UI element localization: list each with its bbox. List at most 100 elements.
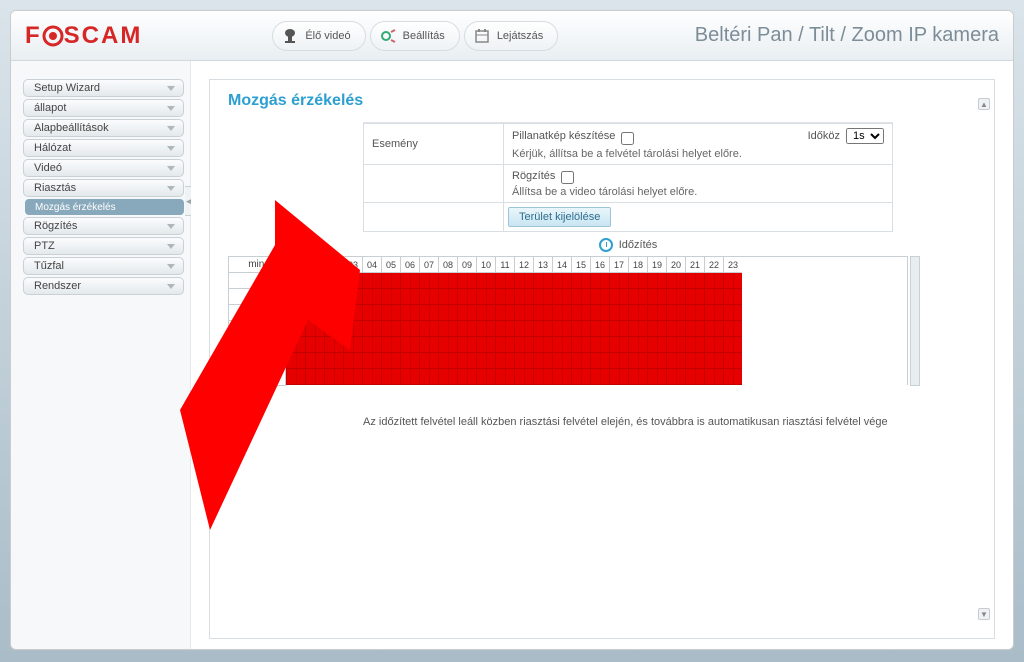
schedule-cell[interactable]	[685, 289, 704, 305]
schedule-cell[interactable]	[723, 273, 742, 289]
schedule-cell[interactable]	[362, 289, 381, 305]
schedule-hour-label[interactable]: 18	[628, 257, 647, 273]
schedule-cell[interactable]	[419, 305, 438, 321]
schedule-day-label[interactable]: szerda	[229, 305, 285, 321]
schedule-cell[interactable]	[438, 305, 457, 321]
schedule-cell[interactable]	[628, 273, 647, 289]
schedule-hour-label[interactable]: 17	[609, 257, 628, 273]
schedule-cell[interactable]	[666, 353, 685, 369]
schedule-cell[interactable]	[457, 321, 476, 337]
schedule-cell[interactable]	[324, 273, 343, 289]
schedule-cell[interactable]	[704, 289, 723, 305]
schedule-cell[interactable]	[609, 289, 628, 305]
schedule-cell[interactable]	[286, 273, 305, 289]
schedule-cell[interactable]	[552, 369, 571, 385]
schedule-cell[interactable]	[362, 353, 381, 369]
schedule-cell[interactable]	[457, 273, 476, 289]
schedule-cell[interactable]	[666, 369, 685, 385]
schedule-cell[interactable]	[533, 289, 552, 305]
schedule-cell[interactable]	[609, 353, 628, 369]
schedule-cell[interactable]	[381, 321, 400, 337]
schedule-cell[interactable]	[723, 337, 742, 353]
sidebar-item-basic-settings[interactable]: Alapbeállítások	[23, 119, 184, 137]
content-scrollbar[interactable]: ▲ ▼	[978, 98, 990, 620]
schedule-cell[interactable]	[590, 273, 609, 289]
schedule-cell[interactable]	[723, 321, 742, 337]
schedule-cell[interactable]	[381, 273, 400, 289]
schedule-cell[interactable]	[571, 353, 590, 369]
schedule-cell[interactable]	[400, 289, 419, 305]
schedule-row[interactable]	[286, 289, 908, 305]
schedule-cell[interactable]	[552, 321, 571, 337]
schedule-cell[interactable]	[628, 305, 647, 321]
schedule-hour-label[interactable]: 03	[343, 257, 362, 273]
schedule-cell[interactable]	[590, 353, 609, 369]
schedule-cell[interactable]	[476, 369, 495, 385]
schedule-cell[interactable]	[533, 369, 552, 385]
schedule-cell[interactable]	[362, 305, 381, 321]
schedule-cell[interactable]	[590, 305, 609, 321]
schedule-hour-label[interactable]: 07	[419, 257, 438, 273]
schedule-cell[interactable]	[609, 273, 628, 289]
schedule-cell[interactable]	[400, 305, 419, 321]
tab-playback[interactable]: Lejátszás	[464, 21, 558, 51]
schedule-cell[interactable]	[476, 289, 495, 305]
schedule-cell[interactable]	[704, 337, 723, 353]
schedule-cell[interactable]	[552, 289, 571, 305]
schedule-cell[interactable]	[647, 305, 666, 321]
schedule-cell[interactable]	[685, 305, 704, 321]
schedule-cell[interactable]	[514, 321, 533, 337]
schedule-cell[interactable]	[495, 289, 514, 305]
sidebar-item-setup-wizard[interactable]: Setup Wizard	[23, 79, 184, 97]
schedule-cell[interactable]	[533, 305, 552, 321]
schedule-cell[interactable]	[305, 321, 324, 337]
schedule-cell[interactable]	[628, 369, 647, 385]
schedule-cell[interactable]	[723, 369, 742, 385]
schedule-cell[interactable]	[381, 305, 400, 321]
schedule-cell[interactable]	[609, 305, 628, 321]
schedule-row[interactable]	[286, 369, 908, 385]
schedule-cell[interactable]	[533, 353, 552, 369]
sidebar-item-system[interactable]: Rendszer	[23, 277, 184, 295]
schedule-cell[interactable]	[571, 321, 590, 337]
schedule-cell[interactable]	[590, 289, 609, 305]
schedule-cell[interactable]	[343, 321, 362, 337]
schedule-cell[interactable]	[552, 273, 571, 289]
sidebar-item-video[interactable]: Videó	[23, 159, 184, 177]
schedule-day-label[interactable]: péntek	[229, 337, 285, 353]
schedule-cell[interactable]	[685, 369, 704, 385]
schedule-cell[interactable]	[495, 337, 514, 353]
schedule-hour-label[interactable]: 00	[286, 257, 305, 273]
schedule-cell[interactable]	[419, 337, 438, 353]
schedule-cell[interactable]	[704, 321, 723, 337]
schedule-cell[interactable]	[381, 353, 400, 369]
schedule-hour-label[interactable]: 08	[438, 257, 457, 273]
schedule-cell[interactable]	[457, 289, 476, 305]
schedule-cell[interactable]	[324, 369, 343, 385]
schedule-cell[interactable]	[514, 337, 533, 353]
schedule-hour-label[interactable]: 14	[552, 257, 571, 273]
schedule-cell[interactable]	[628, 289, 647, 305]
schedule-cell[interactable]	[476, 337, 495, 353]
schedule-hour-label[interactable]: 15	[571, 257, 590, 273]
schedule-cell[interactable]	[590, 369, 609, 385]
schedule-hour-label[interactable]: 19	[647, 257, 666, 273]
schedule-day-label[interactable]: kedd	[229, 289, 285, 305]
schedule-hour-label[interactable]: 06	[400, 257, 419, 273]
scroll-down-icon[interactable]: ▼	[978, 608, 990, 620]
schedule-cell[interactable]	[286, 353, 305, 369]
schedule-row[interactable]	[286, 321, 908, 337]
schedule-cell[interactable]	[286, 305, 305, 321]
schedule-cell[interactable]	[343, 289, 362, 305]
schedule-cell[interactable]	[571, 289, 590, 305]
schedule-cell[interactable]	[457, 369, 476, 385]
schedule-cell[interactable]	[305, 289, 324, 305]
sidebar-item-ptz[interactable]: PTZ	[23, 237, 184, 255]
tab-live-video[interactable]: Élő videó	[272, 21, 365, 51]
schedule-cell[interactable]	[438, 273, 457, 289]
schedule-cell[interactable]	[362, 369, 381, 385]
schedule-cell[interactable]	[571, 273, 590, 289]
schedule-cell[interactable]	[457, 337, 476, 353]
schedule-cell[interactable]	[628, 337, 647, 353]
schedule-cell[interactable]	[286, 369, 305, 385]
